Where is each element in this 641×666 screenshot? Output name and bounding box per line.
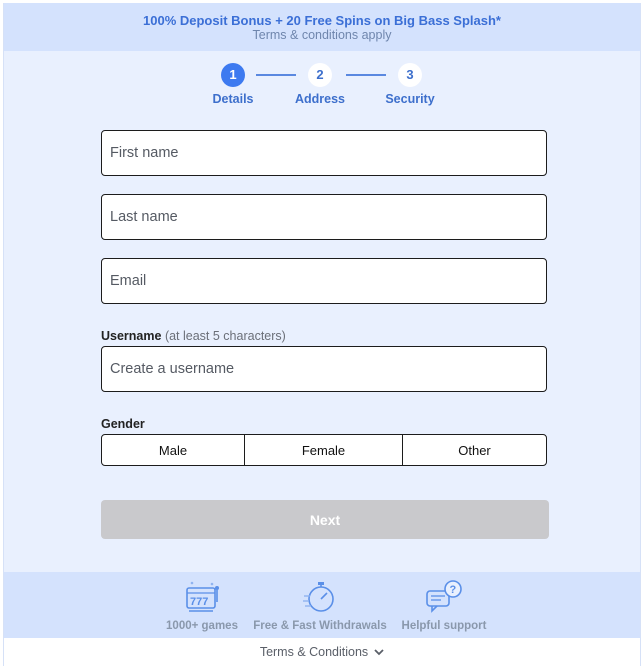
last-name-field[interactable] [101,194,547,240]
svg-text:777: 777 [190,596,208,608]
terms-conditions-label: Terms & Conditions [259,645,369,659]
username-hint: (at least 5 characters) [164,329,286,343]
gender-selector: Male Female Other [101,434,547,466]
next-button[interactable]: Next [101,500,549,539]
feature-label: Helpful support [401,620,487,632]
feature-withdrawals: Free & Fast Withdrawals [253,580,387,632]
step-number: 1 [221,63,245,87]
gender-option-female[interactable]: Female [245,435,403,465]
step-number: 2 [308,63,332,87]
stopwatch-icon [303,582,334,612]
first-name-input[interactable] [102,131,546,175]
feature-label: Free & Fast Withdrawals [253,620,387,632]
promo-terms[interactable]: Terms & conditions apply [4,28,640,42]
step-label: Details [212,92,254,106]
chevron-down-icon [374,648,384,655]
promo-title: 100% Deposit Bonus + 20 Free Spins on Bi… [143,13,501,28]
email-field[interactable] [101,258,547,304]
signup-panel: 100% Deposit Bonus + 20 Free Spins on Bi… [3,3,641,666]
first-name-field[interactable] [101,130,547,176]
slot-machine-icon: 777 [186,581,219,612]
step-number: 3 [398,63,422,87]
features-band: 777 1000+ games Free & Fast Withdrawals [4,572,640,638]
email-input[interactable] [102,259,546,303]
promo-banner[interactable]: 100% Deposit Bonus + 20 Free Spins on Bi… [4,3,640,51]
step-label: Address [294,92,346,106]
username-input[interactable] [102,347,546,391]
step-security: 3 Security [365,63,455,106]
step-details: 1 Details [188,63,278,106]
username-label-row: Username (at least 5 characters) [101,329,286,343]
username-field[interactable] [101,346,547,392]
username-label: Username [101,329,162,343]
step-address: 2 Address [275,63,365,106]
footer: Terms & Conditions [4,638,640,666]
feature-label: 1000+ games [166,620,238,632]
svg-text:?: ? [450,584,457,596]
chat-support-icon: ? [426,580,462,613]
gender-option-male[interactable]: Male [102,435,245,465]
gender-label: Gender [101,417,145,431]
terms-conditions-toggle[interactable]: Terms & Conditions [260,645,384,659]
last-name-input[interactable] [102,195,546,239]
feature-support: ? Helpful support [398,580,490,632]
feature-games: 777 1000+ games [162,580,242,632]
step-label: Security [385,92,435,106]
gender-label-row: Gender [101,417,145,431]
gender-option-other[interactable]: Other [403,435,546,465]
